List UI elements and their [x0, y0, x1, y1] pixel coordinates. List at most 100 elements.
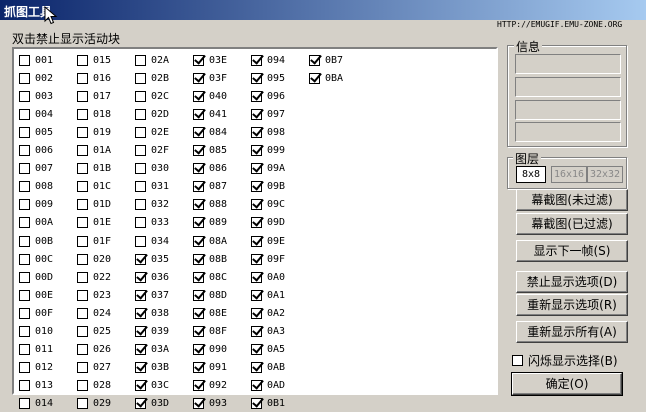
block-checkbox[interactable]: 088 [193, 197, 227, 213]
next-frame-button[interactable]: 显示下一帧(S) [516, 240, 628, 262]
block-checkbox[interactable]: 08D [193, 287, 227, 303]
unchecked-box-icon[interactable] [19, 253, 30, 265]
block-checkbox[interactable]: 08E [193, 305, 227, 321]
checked-box-icon[interactable] [309, 72, 320, 84]
unchecked-box-icon[interactable] [19, 235, 30, 247]
unchecked-box-icon[interactable] [77, 54, 88, 66]
title-bar[interactable]: 抓图工具 [0, 0, 646, 20]
unchecked-box-icon[interactable] [77, 108, 88, 120]
checked-box-icon[interactable] [193, 108, 204, 120]
block-checkbox[interactable]: 00C [19, 251, 53, 267]
block-checkbox[interactable]: 03F [193, 70, 227, 86]
checked-box-icon[interactable] [251, 362, 262, 374]
active-blocks-list[interactable]: 001 002 003 004 005 006 007 008 009 00A 00B 00C 00D 0… [12, 47, 498, 410]
block-checkbox[interactable]: 03E [193, 52, 227, 68]
flash-select-box[interactable] [512, 355, 523, 366]
block-checkbox[interactable]: 03B [135, 360, 169, 376]
layer-32x32-button[interactable]: 32x32 [587, 166, 623, 183]
checked-box-icon[interactable] [251, 326, 262, 337]
checked-box-icon[interactable] [251, 253, 262, 265]
screenshot-unfiltered-button[interactable]: 幕截图(未过滤) [516, 189, 628, 211]
block-checkbox[interactable]: 001 [19, 52, 53, 68]
checked-box-icon[interactable] [193, 54, 204, 66]
block-checkbox[interactable]: 00B [19, 233, 53, 249]
unchecked-box-icon[interactable] [135, 54, 146, 66]
unchecked-box-icon[interactable] [19, 181, 30, 193]
unchecked-box-icon[interactable] [135, 145, 146, 156]
block-checkbox[interactable]: 028 [77, 378, 111, 394]
block-checkbox[interactable]: 096 [251, 88, 285, 104]
checked-box-icon[interactable] [193, 217, 204, 229]
unchecked-box-icon[interactable] [19, 145, 30, 156]
block-checkbox[interactable]: 025 [77, 324, 111, 340]
block-checkbox[interactable]: 039 [135, 324, 169, 340]
checked-box-icon[interactable] [135, 344, 146, 356]
checked-box-icon[interactable] [251, 163, 262, 175]
flash-select-checkbox[interactable]: 闪烁显示选择(B) [512, 352, 618, 369]
block-checkbox[interactable]: 093 [193, 396, 227, 412]
unchecked-box-icon[interactable] [19, 362, 30, 374]
block-checkbox[interactable]: 029 [77, 396, 111, 412]
unchecked-box-icon[interactable] [19, 326, 30, 337]
block-checkbox[interactable]: 010 [19, 324, 53, 340]
block-checkbox[interactable]: 0A5 [251, 342, 285, 358]
block-checkbox[interactable]: 004 [19, 106, 53, 122]
checked-box-icon[interactable] [251, 72, 262, 84]
block-checkbox[interactable]: 08F [193, 324, 227, 340]
block-checkbox[interactable]: 034 [135, 233, 169, 249]
block-checkbox[interactable]: 092 [193, 378, 227, 394]
unchecked-box-icon[interactable] [19, 54, 30, 66]
checked-box-icon[interactable] [135, 380, 146, 392]
block-checkbox[interactable]: 084 [193, 124, 227, 140]
block-checkbox[interactable]: 090 [193, 342, 227, 358]
checked-box-icon[interactable] [251, 271, 262, 283]
unchecked-box-icon[interactable] [77, 307, 88, 319]
checked-box-icon[interactable] [193, 344, 204, 356]
block-checkbox[interactable]: 017 [77, 88, 111, 104]
checked-box-icon[interactable] [135, 326, 146, 337]
block-checkbox[interactable]: 038 [135, 305, 169, 321]
checked-box-icon[interactable] [193, 307, 204, 319]
layer-16x16-button[interactable]: 16x16 [551, 166, 587, 183]
block-checkbox[interactable]: 022 [77, 269, 111, 285]
block-checkbox[interactable]: 036 [135, 269, 169, 285]
block-checkbox[interactable]: 09E [251, 233, 285, 249]
checked-box-icon[interactable] [251, 145, 262, 156]
unchecked-box-icon[interactable] [77, 72, 88, 84]
block-checkbox[interactable]: 03C [135, 378, 169, 394]
block-checkbox[interactable]: 086 [193, 161, 227, 177]
checked-box-icon[interactable] [251, 398, 262, 410]
block-checkbox[interactable]: 019 [77, 124, 111, 140]
unchecked-box-icon[interactable] [19, 108, 30, 120]
checked-box-icon[interactable] [193, 380, 204, 392]
block-checkbox[interactable]: 0B1 [251, 396, 285, 412]
block-checkbox[interactable]: 00F [19, 305, 53, 321]
unchecked-box-icon[interactable] [19, 126, 30, 138]
unchecked-box-icon[interactable] [77, 163, 88, 175]
checked-box-icon[interactable] [251, 307, 262, 319]
block-checkbox[interactable]: 08C [193, 269, 227, 285]
block-checkbox[interactable]: 09C [251, 197, 285, 213]
checked-box-icon[interactable] [193, 398, 204, 410]
block-checkbox[interactable]: 094 [251, 52, 285, 68]
block-checkbox[interactable]: 011 [19, 342, 53, 358]
block-checkbox[interactable]: 095 [251, 70, 285, 86]
unchecked-box-icon[interactable] [19, 72, 30, 84]
block-checkbox[interactable]: 031 [135, 179, 169, 195]
unchecked-box-icon[interactable] [19, 163, 30, 175]
unchecked-box-icon[interactable] [77, 271, 88, 283]
checked-box-icon[interactable] [251, 217, 262, 229]
block-checkbox[interactable]: 030 [135, 161, 169, 177]
block-checkbox[interactable]: 0B7 [309, 52, 343, 68]
block-checkbox[interactable]: 02C [135, 88, 169, 104]
checked-box-icon[interactable] [193, 326, 204, 337]
block-checkbox[interactable]: 02D [135, 106, 169, 122]
block-checkbox[interactable]: 0A3 [251, 324, 285, 340]
block-checkbox[interactable]: 003 [19, 88, 53, 104]
block-checkbox[interactable]: 08A [193, 233, 227, 249]
unchecked-box-icon[interactable] [77, 235, 88, 247]
block-checkbox[interactable]: 091 [193, 360, 227, 376]
unchecked-box-icon[interactable] [19, 199, 30, 211]
unchecked-box-icon[interactable] [77, 90, 88, 102]
checked-box-icon[interactable] [193, 271, 204, 283]
